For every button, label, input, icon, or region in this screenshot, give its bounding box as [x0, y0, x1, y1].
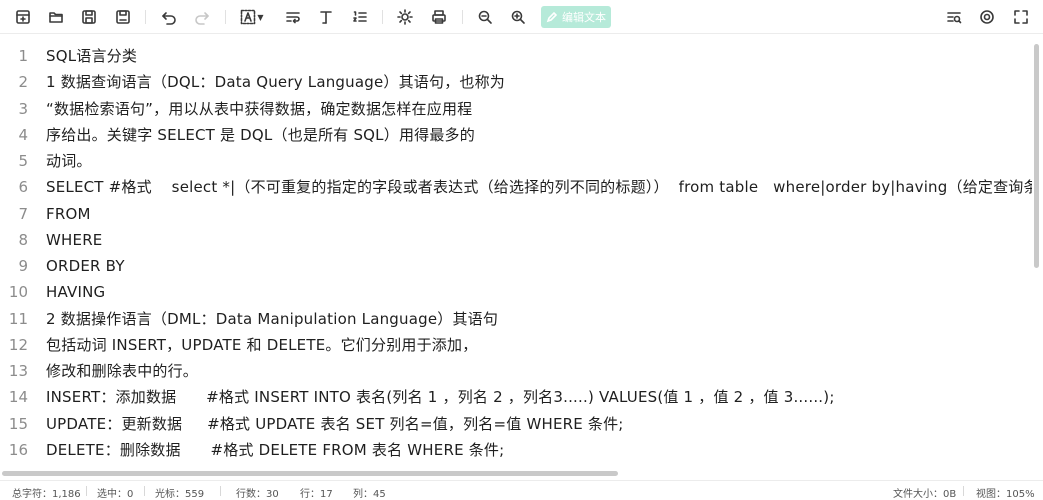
editor-line[interactable]: 2 1 数据查询语言（DQL：Data Query Language）其语句，也称… [0, 69, 1032, 95]
list-numbers-icon[interactable] [350, 7, 370, 27]
line-text[interactable]: FROM [46, 201, 91, 227]
line-text[interactable]: 动词。 [46, 148, 92, 174]
editor-line[interactable]: 6 SELECT #格式 select *|（不可重复的指定的字段或者表达式（给选… [0, 174, 1032, 200]
editor-line[interactable]: 13 修改和删除表中的行。 [0, 358, 1032, 384]
line-number: 12 [8, 335, 28, 354]
line-number: 11 [8, 309, 28, 328]
line-text[interactable]: 序给出。关键字 SELECT 是 DQL（也是所有 SQL）用得最多的 [46, 122, 475, 148]
editor-line[interactable]: 4 序给出。关键字 SELECT 是 DQL（也是所有 SQL）用得最多的 [0, 122, 1032, 148]
editor-line[interactable]: 3 “数据检索语句”，用以从表中获得数据，确定数据怎样在应用程 [0, 96, 1032, 122]
status-bar: 总字符：1,186 选中：0 光标：559 行数：30 行：17 列：45 文件… [0, 480, 1043, 500]
line-number: 5 [18, 152, 28, 170]
line-text[interactable]: ORDER BY [46, 253, 125, 279]
toolbar-divider [145, 10, 146, 24]
line-text[interactable]: DELETE：删除数据 #格式 DELETE FROM 表名 WHERE 条件; [46, 437, 504, 463]
zoom-level: 视图：105% [976, 489, 1035, 500]
toolbar-divider [225, 10, 226, 24]
line-text[interactable]: 修改和删除表中的行。 [46, 358, 198, 384]
open-folder-icon[interactable] [46, 7, 66, 27]
line-number: 1 [18, 47, 28, 65]
line-text[interactable]: SQL语言分类 [46, 43, 137, 69]
line-text[interactable]: SELECT #格式 select *|（不可重复的指定的字段或者表达式（给选择… [46, 174, 1032, 200]
line-text[interactable]: 1 数据查询语言（DQL：Data Query Language）其语句，也称为 [46, 69, 505, 95]
editor-line[interactable]: 14 INSERT：添加数据 #格式 INSERT INTO 表名(列名 1 ，列… [0, 384, 1032, 410]
line-number: 15 [8, 414, 28, 433]
undo-icon[interactable] [159, 7, 179, 27]
editor-line[interactable]: 7 FROM [0, 201, 1032, 227]
print-icon[interactable] [429, 7, 449, 27]
status-divider [963, 486, 964, 496]
horizontal-scrollbar[interactable] [2, 471, 618, 476]
editor-line[interactable]: 5 动词。 [0, 148, 1032, 174]
editor-line[interactable]: 10 HAVING [0, 279, 1032, 305]
brightness-icon[interactable] [395, 7, 415, 27]
line-number: 10 [8, 283, 28, 302]
file-size: 文件大小：0B [893, 489, 957, 500]
toolbar-divider [462, 10, 463, 24]
editor-line[interactable]: 15 UPDATE：更新数据 #格式 UPDATE 表名 SET 列名=值，列名=… [0, 411, 1032, 437]
line-number: 8 [18, 230, 28, 249]
find-replace-icon[interactable] [944, 7, 964, 27]
line-number: 7 [18, 204, 28, 223]
editor-line[interactable]: 11 2 数据操作语言（DML：Data Manipulation Languag… [0, 306, 1032, 332]
cursor-position: 光标：559 [155, 489, 205, 500]
line-number: 16 [8, 440, 28, 459]
editor-line[interactable]: 12 包括动词 INSERT，UPDATE 和 DELETE。它们分别用于添加， [0, 332, 1032, 358]
line-number: 14 [8, 388, 28, 407]
line-text[interactable]: 包括动词 INSERT，UPDATE 和 DELETE。它们分别用于添加， [46, 332, 477, 358]
zoom-in-icon[interactable] [508, 7, 528, 27]
editor[interactable]: 1 SQL语言分类 2 1 数据查询语言（DQL：Data Query Languag… [0, 43, 1032, 468]
line-number: 3 [18, 99, 28, 118]
text-style-icon[interactable] [316, 7, 336, 27]
editor-line[interactable]: 8 WHERE [0, 227, 1032, 253]
line-text[interactable]: “数据检索语句”，用以从表中获得数据，确定数据怎样在应用程 [46, 96, 472, 122]
font-select-icon[interactable]: ▼ [238, 7, 266, 27]
wrap-icon[interactable] [283, 7, 303, 27]
redo-icon[interactable] [192, 7, 212, 27]
toolbar: ▼ 编辑文本 [0, 0, 1043, 34]
line-text[interactable]: INSERT：添加数据 #格式 INSERT INTO 表名(列名 1 ，列名 … [46, 384, 835, 410]
edit-text-label: 编辑文本 [562, 11, 606, 24]
edit-text-button[interactable]: 编辑文本 [541, 6, 611, 28]
new-file-icon[interactable] [13, 7, 33, 27]
pencil-icon [546, 11, 558, 23]
save-as-icon[interactable] [113, 7, 133, 27]
line-count: 行数：30 [236, 489, 279, 500]
line-text[interactable]: WHERE [46, 227, 103, 253]
current-col: 列：45 [353, 489, 386, 500]
selected-count: 选中：0 [97, 489, 134, 500]
line-number: 4 [18, 125, 28, 144]
fullscreen-icon[interactable] [1011, 7, 1031, 27]
zoom-out-icon[interactable] [475, 7, 495, 27]
line-text[interactable]: 2 数据操作语言（DML：Data Manipulation Language）… [46, 306, 498, 332]
settings-icon[interactable] [977, 7, 997, 27]
line-number: 9 [18, 257, 28, 275]
line-text[interactable]: HAVING [46, 279, 105, 305]
current-row: 行：17 [300, 489, 333, 500]
line-number: 6 [18, 178, 28, 197]
total-chars: 总字符：1,186 [12, 489, 81, 500]
line-number: 13 [8, 362, 28, 380]
editor-line[interactable]: 16 DELETE：删除数据 #格式 DELETE FROM 表名 WHERE 条… [0, 437, 1032, 463]
status-divider [220, 486, 221, 496]
editor-line[interactable]: 9 ORDER BY [0, 253, 1032, 279]
status-divider [86, 486, 87, 496]
save-icon[interactable] [79, 7, 99, 27]
vertical-scrollbar[interactable] [1034, 44, 1039, 268]
toolbar-divider [382, 10, 383, 24]
line-number: 2 [18, 73, 28, 92]
status-divider [144, 486, 145, 496]
line-text[interactable]: UPDATE：更新数据 #格式 UPDATE 表名 SET 列名=值，列名=值 … [46, 411, 624, 437]
editor-line[interactable]: 1 SQL语言分类 [0, 43, 1032, 69]
